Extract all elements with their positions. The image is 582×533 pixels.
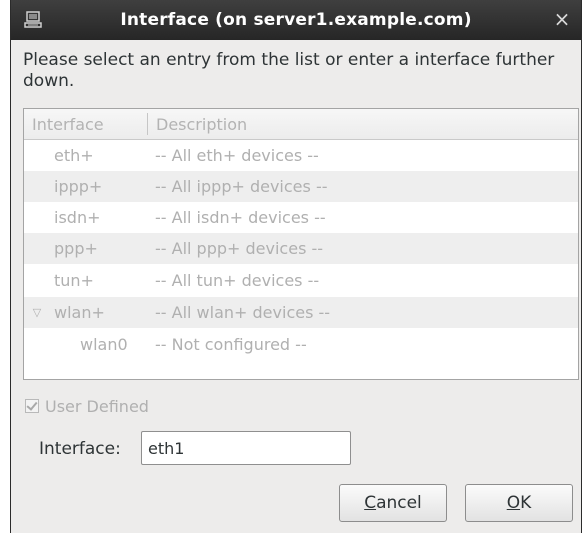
list-item-name: wlan0: [80, 335, 128, 354]
ok-mnemonic: O: [506, 493, 521, 513]
list-item-description: -- All tun+ devices --: [155, 271, 320, 290]
list-item[interactable]: eth+ -- All eth+ devices --: [24, 140, 578, 171]
user-defined-checkbox[interactable]: User Defined: [25, 397, 149, 417]
interface-dialog: Interface (on server1.example.com) × Ple…: [10, 0, 582, 533]
list-header: Interface Description: [24, 109, 578, 140]
list-item-description: -- All wlan+ devices --: [155, 303, 331, 322]
cancel-label: ancel: [376, 493, 422, 513]
list-item-name: tun+: [54, 271, 94, 290]
user-defined-label: User Defined: [45, 397, 149, 416]
ok-button[interactable]: OK: [465, 484, 573, 522]
list-item-description: -- All isdn+ devices --: [155, 208, 326, 227]
expander-triangle-icon[interactable]: ▽: [30, 297, 44, 328]
interface-input[interactable]: [141, 431, 351, 465]
list-item-name: ippp+: [54, 177, 103, 196]
list-item-name: isdn+: [54, 208, 101, 227]
cancel-mnemonic: C: [364, 493, 377, 513]
window-title: Interface (on server1.example.com): [120, 10, 472, 30]
list-item[interactable]: ▽ wlan+ -- All wlan+ devices --: [24, 297, 578, 328]
cancel-button[interactable]: Cancel: [339, 484, 447, 522]
list-item-description: -- All ppp+ devices --: [155, 239, 324, 258]
column-separator: [147, 113, 148, 135]
list-item-name: wlan+: [54, 303, 105, 322]
list-item-name: ppp+: [54, 239, 98, 258]
list-item-name: eth+: [54, 146, 94, 165]
list-item-description: -- All eth+ devices --: [155, 146, 319, 165]
column-header-description[interactable]: Description: [156, 115, 247, 134]
list-item[interactable]: isdn+ -- All isdn+ devices --: [24, 202, 578, 233]
column-header-interface[interactable]: Interface: [32, 115, 104, 134]
interface-field-label: Interface:: [39, 439, 121, 459]
list-item[interactable]: ippp+ -- All ippp+ devices --: [24, 171, 578, 202]
list-item[interactable]: ppp+ -- All ppp+ devices --: [24, 233, 578, 264]
list-item[interactable]: tun+ -- All tun+ devices --: [24, 265, 578, 296]
list-item-description: -- All ippp+ devices --: [155, 177, 328, 196]
instruction-text: Please select an entry from the list or …: [23, 50, 555, 91]
interface-list[interactable]: Interface Description eth+ -- All eth+ d…: [23, 108, 579, 380]
title-bar[interactable]: Interface (on server1.example.com) ×: [11, 0, 581, 40]
ok-label: K: [520, 493, 532, 513]
close-icon[interactable]: ×: [551, 8, 573, 30]
window-menu-icon[interactable]: [24, 11, 42, 29]
list-item-description: -- Not configured --: [155, 335, 307, 354]
checkbox-checked-icon[interactable]: [25, 399, 39, 413]
list-item[interactable]: wlan0 -- Not configured --: [24, 329, 578, 360]
